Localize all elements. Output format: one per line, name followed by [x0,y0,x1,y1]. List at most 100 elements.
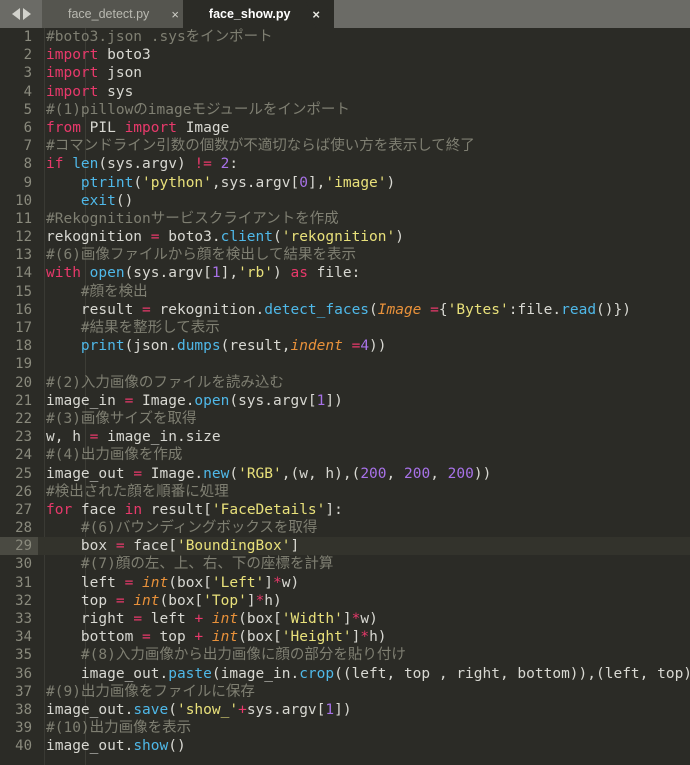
code-text[interactable]: from PIL import Image [38,119,690,137]
code-text[interactable]: #Rekognitionサービスクライアントを作成 [38,210,690,228]
code-text[interactable]: box = face['BoundingBox'] [38,537,690,556]
code-text[interactable]: image_in = Image.open(sys.argv[1]) [38,392,690,410]
code-line[interactable]: 5 #(1)pillowのimageモジュールをインポート [0,101,690,119]
code-text[interactable]: #(8)入力画像から出力画像に顔の部分を貼り付け [38,646,690,664]
code-line[interactable]: 17 #結果を整形して表示 [0,319,690,337]
code-line[interactable]: 1 #boto3.json .sysをインポート [0,28,690,46]
code-line[interactable]: 38 image_out.save('show_'+sys.argv[1]) [0,701,690,719]
code-text[interactable]: #(6)画像ファイルから顔を検出して結果を表示 [38,246,690,264]
code-text[interactable]: #(9)出力画像をファイルに保存 [38,683,690,701]
code-text[interactable]: import boto3 [38,46,690,64]
code-text[interactable]: #(2)入力画像のファイルを読み込む [38,374,690,392]
code-text[interactable]: print(json.dumps(result,indent =4)) [38,337,690,355]
code-text[interactable]: image_out = Image.new('RGB',(w, h),(200,… [38,465,690,483]
code-lines-container[interactable]: 1 #boto3.json .sysをインポート 2 import boto3 3 imp… [0,28,690,756]
tab-navigation-controls[interactable] [0,0,42,28]
token-pn: ( [273,229,282,246]
code-line[interactable]: 10 exit() [0,192,690,210]
code-line[interactable]: 18 print(json.dumps(result,indent =4)) [0,337,690,355]
code-text[interactable]: bottom = top + int(box['Height']*h) [38,628,690,646]
code-line[interactable]: 21 image_in = Image.open(sys.argv[1]) [0,392,690,410]
code-text[interactable]: ptrint('python',sys.argv[0],'image') [38,174,690,192]
code-text[interactable]: right = left + int(box['Width']*w) [38,610,690,628]
code-line[interactable]: 2 import boto3 [0,46,690,64]
code-text[interactable]: top = int(box['Top']*h) [38,592,690,610]
line-number: 31 [15,574,32,591]
code-line[interactable]: 36 image_out.paste(image_in.crop((left, … [0,665,690,683]
code-text[interactable]: image_out.save('show_'+sys.argv[1]) [38,701,690,719]
token-fn: new [203,465,230,482]
code-text[interactable]: import sys [38,83,690,101]
token-pl: + [194,629,204,646]
code-text[interactable]: if len(sys.argv) != 2: [38,155,690,173]
code-line[interactable]: 40 image_out.show() [0,737,690,755]
line-number: 12 [15,229,32,246]
code-text[interactable]: #(3)画像サイズを取得 [38,410,690,428]
code-text[interactable]: w, h = image_in.size [38,428,690,446]
code-text[interactable]: import json [38,64,690,82]
tab-close-icon[interactable]: × [312,8,320,21]
code-line[interactable]: 11 #Rekognitionサービスクライアントを作成 [0,210,690,228]
tab-close-icon[interactable]: × [171,8,179,21]
code-line[interactable]: 37 #(9)出力画像をファイルに保存 [0,683,690,701]
code-line[interactable]: 30 #(7)顔の左、上、右、下の座標を計算 [0,555,690,573]
code-line[interactable]: 8 if len(sys.argv) != 2: [0,155,690,173]
code-line[interactable]: 16 result = rekognition.detect_faces(Ima… [0,301,690,319]
code-text[interactable]: #(10)出力画像を表示 [38,719,690,737]
code-line[interactable]: 35 #(8)入力画像から出力画像に顔の部分を貼り付け [0,646,690,664]
code-line[interactable]: 31 left = int(box['Left']*w) [0,574,690,592]
code-line[interactable]: 19 [0,355,690,373]
code-line[interactable]: 39 #(10)出力画像を表示 [0,719,690,737]
editor-tab-inactive[interactable]: face_detect.py × [42,0,193,28]
code-line[interactable]: 4 import sys [0,83,690,101]
code-text[interactable]: image_out.show() [38,737,690,755]
token-st: 'python' [142,174,212,191]
code-text[interactable]: image_out.paste(image_in.crop((left, top… [38,665,690,683]
code-line[interactable]: 6 from PIL import Image [0,119,690,137]
code-line[interactable]: 9 ptrint('python',sys.argv[0],'image') [0,174,690,192]
code-line[interactable]: 23 w, h = image_in.size [0,428,690,446]
code-line[interactable]: 15 #顔を検出 [0,283,690,301]
code-line[interactable]: 26 #検出された顔を順番に処理 [0,483,690,501]
editor-tab-active[interactable]: face_show.py × [182,0,335,28]
code-line[interactable]: 12 rekognition = boto3.client('rekognitio… [0,228,690,246]
arrow-left-icon[interactable] [11,8,20,20]
code-line[interactable]: 32 top = int(box['Top']*h) [0,592,690,610]
code-line[interactable]: 34 bottom = top + int(box['Height']*h) [0,628,690,646]
code-line[interactable]: 20 #(2)入力画像のファイルを読み込む [0,374,690,392]
token-pn: rekognition [46,229,151,246]
code-line[interactable]: 24 #(4)出力画像を作成 [0,446,690,464]
code-line[interactable]: 7 #コマンドライン引数の個数が不適切ならば使い方を表示して終了 [0,137,690,155]
code-text[interactable]: with open(sys.argv[1],'rb') as file: [38,264,690,282]
code-text[interactable]: #検出された顔を順番に処理 [38,483,690,501]
code-line[interactable]: 27 for face in result['FaceDetails']: [0,501,690,519]
code-line[interactable]: 13 #(6)画像ファイルから顔を検出して結果を表示 [0,246,690,264]
arrow-right-icon[interactable] [22,8,31,20]
code-line[interactable]: 28 #(6)バウンディングボックスを取得 [0,519,690,537]
code-line[interactable]: 33 right = left + int(box['Width']*w) [0,610,690,628]
token-pn: ) [273,265,291,282]
code-text[interactable]: for face in result['FaceDetails']: [38,501,690,519]
line-number: 3 [23,65,32,82]
code-text[interactable]: #(4)出力画像を作成 [38,446,690,464]
code-line[interactable]: 25 image_out = Image.new('RGB',(w, h),(20… [0,465,690,483]
code-text[interactable]: #結果を整形して表示 [38,319,690,337]
code-editor[interactable]: 1 #boto3.json .sysをインポート 2 import boto3 3 imp… [0,28,690,765]
code-text[interactable]: result = rekognition.detect_faces(Image … [38,301,690,319]
token-op: != [194,156,212,173]
code-text[interactable]: #boto3.json .sysをインポート [38,28,690,46]
code-text[interactable]: rekognition = boto3.client('rekognition'… [38,228,690,246]
code-text[interactable]: #(7)顔の左、上、右、下の座標を計算 [38,555,690,573]
code-text[interactable]: exit() [38,192,690,210]
code-line[interactable]: 3 import json [0,64,690,82]
code-text[interactable]: #(1)pillowのimageモジュールをインポート [38,101,690,119]
code-line[interactable]: 22 #(3)画像サイズを取得 [0,410,690,428]
code-text[interactable]: #顔を検出 [38,283,690,301]
code-text[interactable]: #コマンドライン引数の個数が不適切ならば使い方を表示して終了 [38,137,690,155]
code-line[interactable]: 14 with open(sys.argv[1],'rb') as file: [0,264,690,282]
token-pn: ,sys.argv[ [211,174,300,191]
code-line[interactable]: 29 box = face['BoundingBox'] [0,537,690,556]
code-text[interactable]: #(6)バウンディングボックスを取得 [38,519,690,537]
code-text[interactable]: left = int(box['Left']*w) [38,574,690,592]
line-number: 33 [15,611,32,627]
